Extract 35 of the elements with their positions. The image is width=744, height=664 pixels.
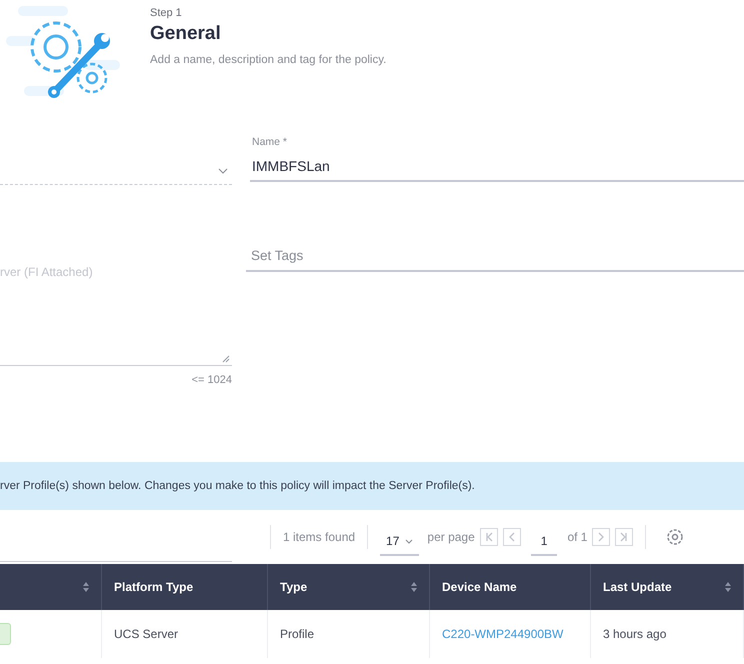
chevron-down-icon: [218, 168, 228, 174]
column-header[interactable]: Platform Type: [102, 564, 268, 610]
previous-page-button[interactable]: [502, 528, 521, 546]
step-description: Add a name, description and tag for the policy.: [150, 54, 386, 66]
last-page-button[interactable]: [615, 528, 634, 546]
column-header[interactable]: Last Update: [591, 564, 744, 610]
name-label: Name *: [252, 136, 288, 148]
chevron-left-icon: [508, 532, 516, 542]
name-field[interactable]: IMMBFSLan: [250, 158, 744, 182]
resize-grip-icon[interactable]: [222, 355, 230, 363]
page-field[interactable]: 1: [530, 528, 558, 556]
sort-icon[interactable]: [83, 581, 89, 593]
column-header[interactable]: Type: [268, 564, 430, 610]
step-title: General: [150, 23, 222, 45]
table-cell: Profile: [268, 610, 430, 658]
banner-text: rver Profile(s) shown below. Changes you make to this policy will impact the Server Profile(s).: [0, 480, 475, 492]
table-cell: 3 hours ago: [591, 610, 744, 658]
chevron-down-icon: [405, 538, 414, 544]
items-count: 1 items found: [283, 530, 356, 544]
first-page-button[interactable]: [480, 528, 498, 546]
last-page-icon: [620, 532, 628, 542]
table-cell: UCS Server: [102, 610, 268, 658]
sort-icon[interactable]: [411, 581, 417, 593]
first-page-icon: [484, 532, 493, 542]
step-label: Step 1: [150, 7, 183, 19]
per-page-label: per page: [427, 530, 475, 544]
character-limit: <= 1024: [192, 374, 232, 386]
chevron-right-icon: [597, 532, 606, 542]
settings-icon[interactable]: [666, 528, 684, 546]
status-tag: [0, 623, 11, 645]
page-total: of 1: [567, 530, 588, 544]
column-header[interactable]: Device Name: [430, 564, 591, 610]
sort-icon[interactable]: [725, 581, 731, 593]
per-page-select[interactable]: 17: [380, 528, 420, 556]
next-page-button[interactable]: [592, 528, 610, 546]
